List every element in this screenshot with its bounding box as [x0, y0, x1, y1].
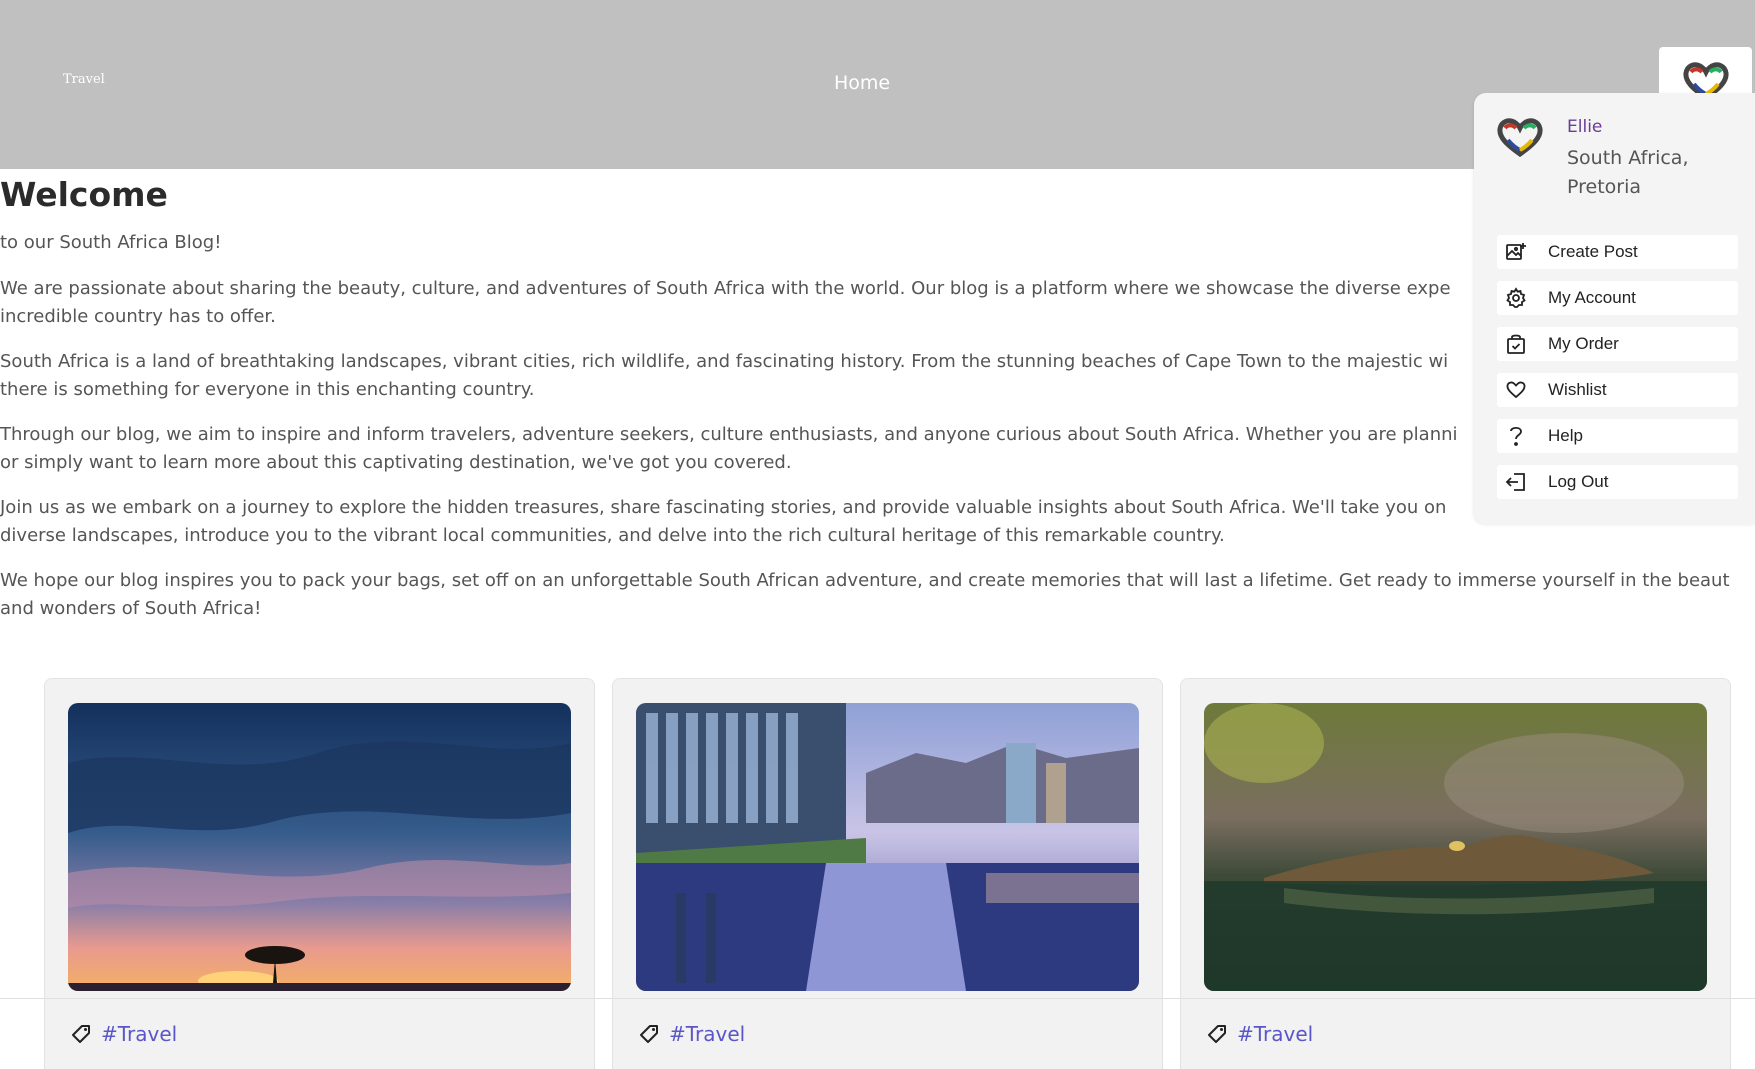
shopping-bag-icon	[1503, 331, 1529, 357]
user-location: South Africa, Pretoria	[1567, 147, 1689, 198]
tag-icon	[72, 1025, 90, 1043]
logout-icon	[1503, 469, 1529, 495]
user-avatar	[1496, 117, 1544, 163]
user-dropdown-menu: Ellie South Africa, Pretoria Create Post…	[1474, 93, 1755, 524]
post-tag[interactable]: #Travel	[639, 1022, 745, 1046]
page-subtitle: to our South Africa Blog!	[0, 232, 222, 253]
post-card[interactable]: #Travel	[612, 678, 1163, 1069]
gear-icon	[1503, 285, 1529, 311]
menu-item-wishlist[interactable]: Wishlist	[1497, 373, 1738, 407]
menu-item-my-order[interactable]: My Order	[1497, 327, 1738, 361]
user-name: Ellie	[1567, 117, 1603, 137]
crocodile-water-image[interactable]	[1204, 703, 1707, 991]
tag-icon	[1208, 1025, 1226, 1043]
avatar-heart-icon	[1497, 118, 1543, 158]
tag-icon	[640, 1025, 658, 1043]
menu-item-log-out[interactable]: Log Out	[1497, 465, 1738, 499]
post-card[interactable]: #Travel	[1180, 678, 1731, 1069]
post-tag[interactable]: #Travel	[1207, 1022, 1313, 1046]
post-cards: #Travel #Travel #Travel	[0, 678, 1755, 1069]
question-icon	[1503, 423, 1529, 449]
post-card[interactable]: #Travel	[44, 678, 595, 1069]
menu-item-create-post[interactable]: Create Post	[1497, 235, 1738, 269]
nav-home-link[interactable]: Home	[834, 72, 890, 94]
cape-town-canal-image[interactable]	[636, 703, 1139, 991]
divider	[0, 998, 1755, 999]
brand-logo[interactable]: Travel	[63, 72, 105, 87]
savanna-sunset-image[interactable]	[68, 703, 571, 991]
menu-item-help[interactable]: Help	[1497, 419, 1738, 453]
intro-paragraph-5: We hope our blog inspires you to pack yo…	[0, 570, 1730, 619]
heart-icon	[1503, 377, 1529, 403]
page-title: Welcome	[0, 175, 168, 214]
post-tag[interactable]: #Travel	[71, 1022, 177, 1046]
menu-item-my-account[interactable]: My Account	[1497, 281, 1738, 315]
image-plus-icon	[1503, 239, 1529, 265]
